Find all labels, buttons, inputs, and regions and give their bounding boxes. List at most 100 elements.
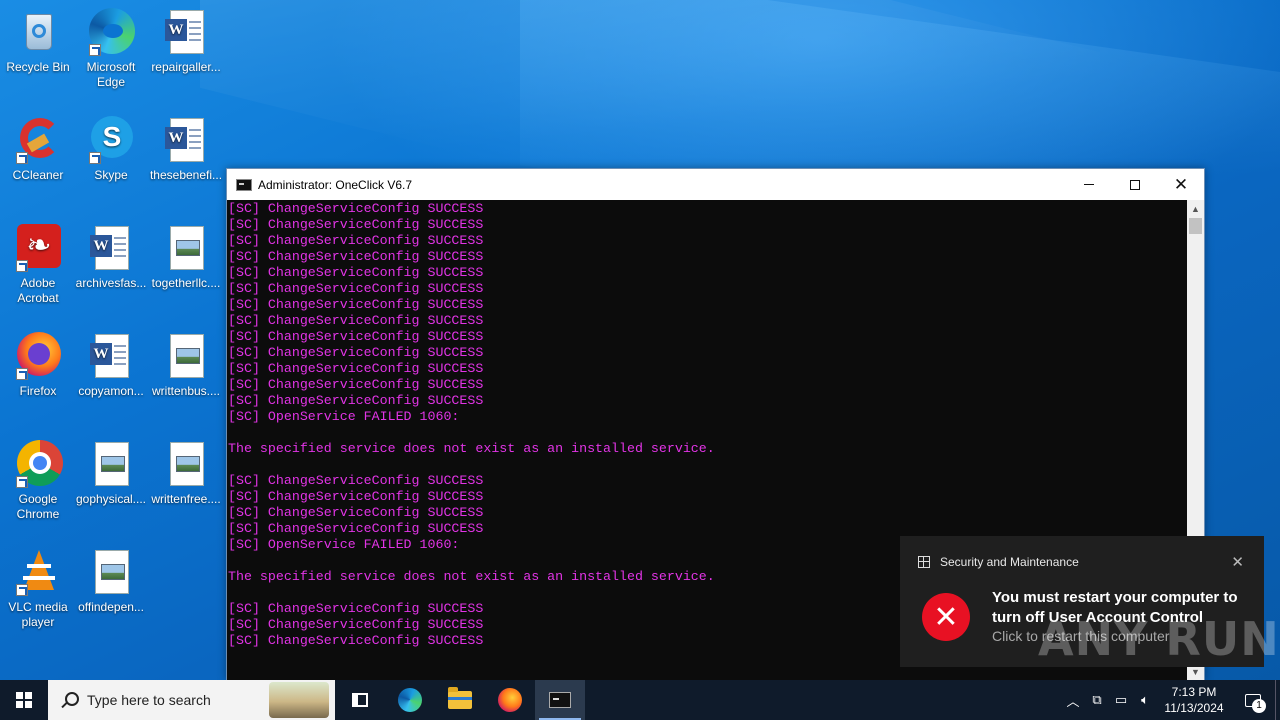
taskbar-search-box[interactable]: Type here to search — [48, 680, 335, 720]
minimize-button[interactable] — [1066, 169, 1112, 200]
desktop-icon-label: VLC media player — [8, 600, 68, 629]
error-icon: ✕ — [922, 593, 970, 641]
search-icon — [61, 692, 79, 708]
desktop-icon-gophysical[interactable]: gophysical.... — [73, 440, 149, 507]
image-document-icon — [162, 224, 210, 272]
desktop-icon-google-chrome[interactable]: Google Chrome — [0, 440, 76, 522]
console-line: [SC] ChangeServiceConfig SUCCESS — [228, 233, 484, 248]
desktop-icon-label: copyamon... — [78, 384, 144, 398]
console-line: [SC] ChangeServiceConfig SUCCESS — [228, 313, 484, 328]
desktop-icon-label: gophysical.... — [75, 492, 147, 506]
console-line: [SC] ChangeServiceConfig SUCCESS — [228, 505, 484, 520]
desktop-icon-microsoft-edge[interactable]: Microsoft Edge — [73, 8, 149, 90]
ccleaner-icon — [14, 116, 62, 164]
desktop-icon-label: writtenbus.... — [151, 384, 221, 398]
desktop-icon-adobe-acrobat[interactable]: ❧ Adobe Acrobat — [0, 224, 76, 306]
desktop-icon-firefox[interactable]: Firefox — [0, 332, 76, 399]
security-flag-icon — [918, 556, 930, 568]
desktop-icon-label: Recycle Bin — [6, 60, 70, 74]
desktop-icon-archivesfas[interactable]: W archivesfas... — [73, 224, 149, 291]
system-tray: ︿ ⧉ ▭ 🔈︎ 7:13 PM 11/13/2024 1 — [1061, 680, 1280, 720]
chrome-icon — [14, 440, 63, 488]
console-line: [SC] ChangeServiceConfig SUCCESS — [228, 521, 484, 536]
console-line: [SC] ChangeServiceConfig SUCCESS — [228, 473, 484, 488]
close-button[interactable]: ✕ — [1158, 169, 1204, 200]
console-line: [SC] ChangeServiceConfig SUCCESS — [228, 489, 484, 504]
volume-icon[interactable]: 🔈︎ — [1133, 692, 1157, 708]
word-document-icon: W — [87, 224, 135, 272]
desktop-icon-label: togetherllc.... — [151, 276, 221, 290]
edge-icon — [398, 688, 422, 712]
search-highlight-image — [269, 682, 329, 718]
desktop-icon-togetherllc[interactable]: togetherllc.... — [148, 224, 224, 291]
word-document-icon: W — [87, 332, 135, 380]
image-document-icon — [162, 440, 210, 488]
show-desktop-button[interactable] — [1275, 680, 1280, 720]
taskbar-cmd-button[interactable] — [535, 680, 585, 720]
scroll-up-icon[interactable]: ▲ — [1187, 200, 1204, 217]
console-line: [SC] ChangeServiceConfig SUCCESS — [228, 345, 484, 360]
maximize-button[interactable] — [1112, 169, 1158, 200]
desktop-icon-copyamon[interactable]: W copyamon... — [73, 332, 149, 399]
console-line: [SC] ChangeServiceConfig SUCCESS — [228, 281, 484, 296]
word-document-icon: W — [162, 116, 210, 164]
desktop-icon-label: Google Chrome — [16, 492, 60, 521]
watermark: ANY RUN — [1038, 612, 1280, 666]
task-view-button[interactable] — [335, 680, 385, 720]
taskbar-clock[interactable]: 7:13 PM 11/13/2024 — [1157, 684, 1231, 716]
action-center-button[interactable]: 1 — [1231, 680, 1275, 720]
desktop-icon-label: repairgaller... — [151, 60, 221, 74]
edge-icon — [87, 8, 135, 56]
maximize-icon — [1130, 179, 1140, 190]
notification-count: 1 — [1252, 699, 1266, 713]
console-line: [SC] ChangeServiceConfig SUCCESS — [228, 249, 484, 264]
desktop-icon-thesebenefi[interactable]: W thesebenefi... — [148, 116, 224, 183]
desktop-icon-label: Firefox — [19, 384, 57, 398]
desktop-icon-label: Adobe Acrobat — [17, 276, 59, 305]
taskbar-edge-button[interactable] — [385, 680, 435, 720]
console-line: [SC] ChangeServiceConfig SUCCESS — [228, 361, 484, 376]
task-view-icon — [352, 693, 368, 707]
window-titlebar[interactable]: Administrator: OneClick V6.7 ✕ — [227, 169, 1204, 200]
desktop-icon-repairgaller[interactable]: W repairgaller... — [148, 8, 224, 75]
taskbar-firefox-button[interactable] — [485, 680, 535, 720]
vlc-icon — [14, 548, 62, 596]
close-icon: ✕ — [1173, 174, 1189, 195]
network-adapter-icon[interactable]: ⧉ — [1085, 692, 1109, 708]
console-line: [SC] ChangeServiceConfig SUCCESS — [228, 265, 484, 280]
desktop-icon-label: archivesfas... — [75, 276, 147, 290]
console-line: [SC] ChangeServiceConfig SUCCESS — [228, 393, 484, 408]
desktop-icon-writtenbus[interactable]: writtenbus.... — [148, 332, 224, 399]
taskbar-file-explorer-button[interactable] — [435, 680, 485, 720]
desktop-icon-recycle-bin[interactable]: Recycle Bin — [0, 8, 76, 75]
chevron-up-icon[interactable]: ︿ — [1061, 691, 1085, 710]
start-button[interactable] — [0, 680, 48, 720]
console-line: [SC] ChangeServiceConfig SUCCESS — [228, 201, 484, 216]
image-document-icon — [162, 332, 210, 380]
desktop-icon-writtenfree[interactable]: writtenfree.... — [148, 440, 224, 507]
desktop-icon-offindepen[interactable]: offindepen... — [73, 548, 149, 615]
cmd-icon — [549, 692, 571, 708]
desktop-icon-ccleaner[interactable]: CCleaner — [0, 116, 76, 183]
minimize-icon — [1084, 184, 1094, 185]
clock-time: 7:13 PM — [1171, 685, 1217, 699]
skype-icon: S — [87, 116, 135, 164]
desktop-icon-label: CCleaner — [12, 168, 64, 182]
desktop-icon-skype[interactable]: S Skype — [73, 116, 149, 183]
console-line: The specified service does not exist as … — [228, 441, 715, 456]
toast-close-icon[interactable]: ✕ — [1231, 553, 1244, 571]
console-line: [SC] OpenService FAILED 1060: — [228, 409, 460, 424]
desktop-icon-label: offindepen... — [78, 600, 144, 614]
toast-app-name: Security and Maintenance — [940, 555, 1079, 569]
network-icon[interactable]: ▭ — [1109, 692, 1133, 708]
console-line: [SC] ChangeServiceConfig SUCCESS — [228, 377, 484, 392]
console-line: [SC] ChangeServiceConfig SUCCESS — [228, 297, 484, 312]
desktop-icon-vlc[interactable]: VLC media player — [0, 548, 76, 630]
console-line: [SC] ChangeServiceConfig SUCCESS — [228, 329, 484, 344]
console-line: [SC] ChangeServiceConfig SUCCESS — [228, 217, 484, 232]
window-title: Administrator: OneClick V6.7 — [258, 177, 413, 192]
image-document-icon — [87, 548, 135, 596]
scrollbar-thumb[interactable] — [1189, 218, 1202, 234]
